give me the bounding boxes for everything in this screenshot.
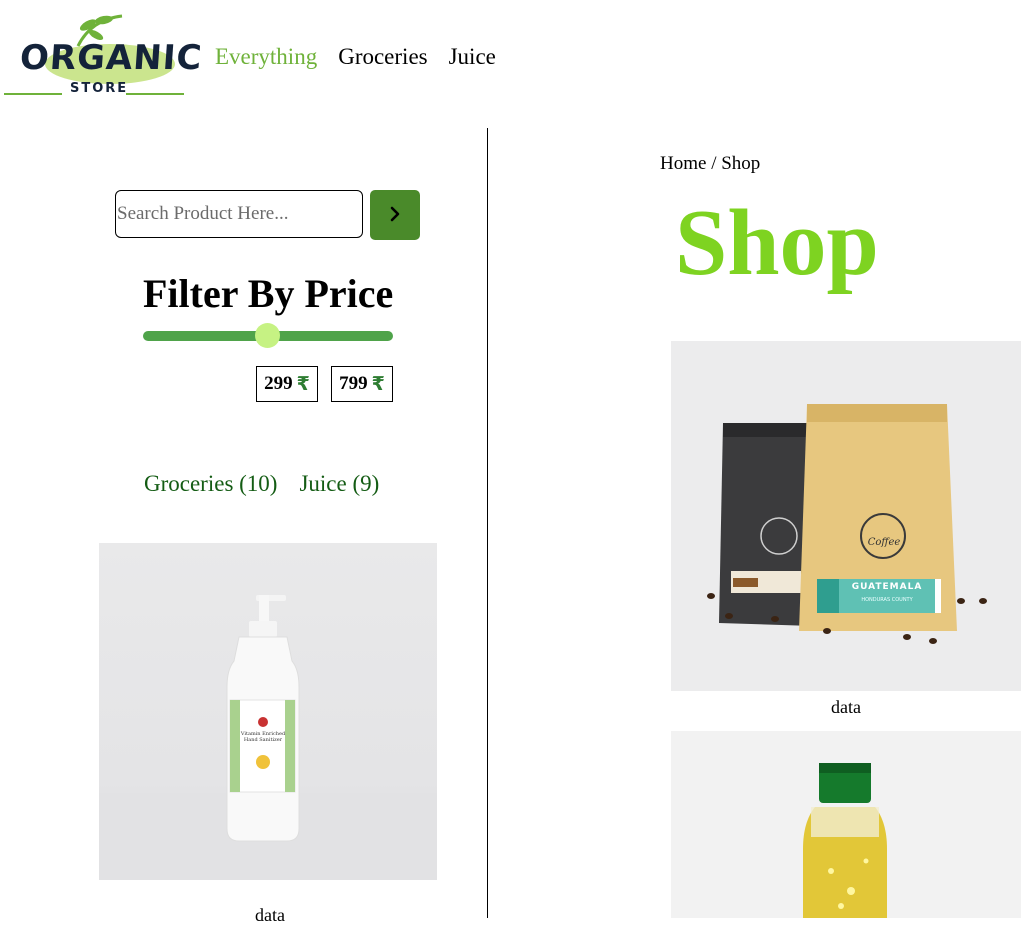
pack-label: GUATEMALA xyxy=(851,582,923,592)
pack-subtitle: HONDURAS COUNTY xyxy=(861,597,913,603)
search-input[interactable] xyxy=(115,190,363,238)
featured-product-caption: data xyxy=(255,905,285,925)
pack-brand: Coffee xyxy=(867,537,901,548)
nav-juice[interactable]: Juice xyxy=(449,44,496,69)
search-button[interactable] xyxy=(370,190,420,240)
product-image[interactable] xyxy=(671,731,1021,918)
rupee-icon: ₹ xyxy=(371,373,385,395)
logo-wordmark: ORGANIC xyxy=(18,38,204,78)
filter-by-price-heading: Filter By Price xyxy=(143,271,394,316)
column-divider xyxy=(487,128,488,918)
featured-product-image[interactable]: Vitamin Enriched Hand Sanitizer xyxy=(99,543,437,880)
breadcrumb: Home / Shop xyxy=(660,153,760,175)
main-nav: Everything Groceries Juice xyxy=(215,44,517,70)
site-header: ORGANIC STORE Everything Groceries Juice xyxy=(0,0,1024,120)
nav-groceries[interactable]: Groceries xyxy=(338,44,427,69)
breadcrumb-separator: / xyxy=(706,153,722,174)
price-slider-thumb[interactable] xyxy=(255,323,280,348)
page-title: Shop xyxy=(675,191,879,295)
category-groceries[interactable]: Groceries (10) xyxy=(144,471,277,496)
category-links: Groceries (10) Juice (9) xyxy=(144,471,401,497)
breadcrumb-home[interactable]: Home xyxy=(660,153,706,174)
organic-store-logo[interactable]: ORGANIC STORE xyxy=(0,8,204,104)
bottle-label-line2: Hand Sanitizer xyxy=(243,737,283,743)
nav-everything[interactable]: Everything xyxy=(215,44,317,69)
rupee-icon: ₹ xyxy=(296,373,310,395)
logo-subtitle: STORE xyxy=(70,81,129,96)
max-price-box: 799 ₹ xyxy=(331,366,393,402)
min-price-value: 299 xyxy=(264,373,293,394)
product-image[interactable]: Coffee GUATEMALA HONDURAS COUNTY xyxy=(671,341,1021,691)
breadcrumb-current: Shop xyxy=(721,153,761,174)
category-juice[interactable]: Juice (9) xyxy=(299,471,379,496)
min-price-box: 299 ₹ xyxy=(256,366,318,402)
product-caption: data xyxy=(831,697,861,717)
max-price-value: 799 xyxy=(339,373,368,394)
product-card[interactable] xyxy=(671,731,1021,918)
chevron-right-icon xyxy=(387,206,403,225)
product-card[interactable]: Coffee GUATEMALA HONDURAS COUNTY data xyxy=(671,341,1021,718)
